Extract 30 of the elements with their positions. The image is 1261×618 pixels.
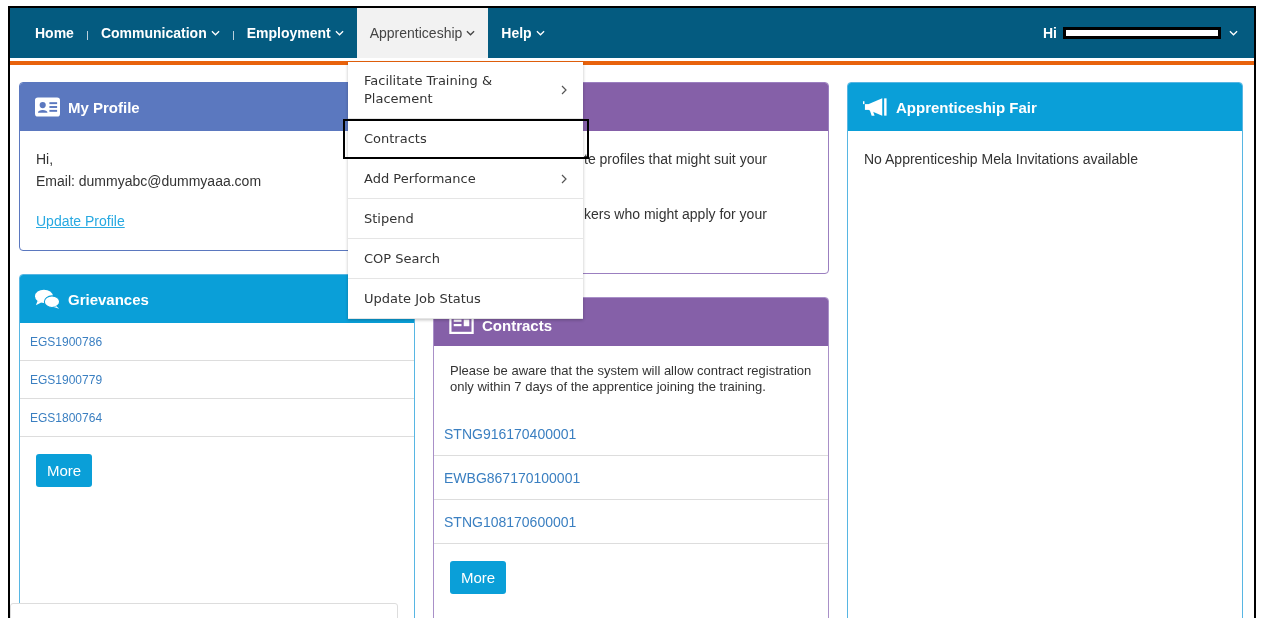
chevron-down-icon[interactable] bbox=[1229, 30, 1238, 36]
nav-menu-item[interactable]: Communication bbox=[87, 8, 233, 58]
card-title: Contracts bbox=[482, 317, 552, 334]
contract-link[interactable]: STNG916170400001 bbox=[434, 412, 828, 456]
greeting-text: Hi, bbox=[36, 151, 54, 167]
grievance-link[interactable]: EGS1900786 bbox=[20, 323, 414, 361]
menu-item[interactable]: Stipend bbox=[348, 199, 583, 239]
contract-link[interactable]: EWBG867170100001 bbox=[434, 456, 828, 500]
grievance-link[interactable]: EGS1900779 bbox=[20, 361, 414, 399]
card-title: Grievances bbox=[68, 290, 149, 308]
menu-item[interactable]: Add Performance bbox=[348, 159, 583, 199]
card-text: kers who might apply for your bbox=[584, 205, 768, 224]
email-text: Email: dummyabc@dummyaaa.com bbox=[36, 173, 262, 189]
nav-menu-item[interactable]: Apprenticeship bbox=[356, 8, 489, 58]
nav-menu-item[interactable]: Employment bbox=[233, 8, 357, 58]
grievance-link[interactable]: EGS1800764 bbox=[20, 399, 414, 437]
empty-message: No Apprenticeship Mela Invitations available bbox=[863, 150, 1139, 169]
id-card-icon bbox=[35, 97, 60, 117]
megaphone-icon bbox=[863, 97, 888, 117]
contract-link[interactable]: STNG108170600001 bbox=[434, 500, 828, 544]
card-title: My Profile bbox=[68, 98, 140, 116]
menu-item[interactable]: COP Search bbox=[348, 239, 583, 279]
menu-item[interactable]: Update Job Status bbox=[348, 279, 583, 319]
user-greeting: Hi bbox=[1043, 25, 1057, 41]
notice-text: Please be aware that the system will allow contract registration only within 7 days of the apprentice joining the training. bbox=[449, 362, 813, 396]
menu-item[interactable]: Facilitate Training & Placement bbox=[348, 62, 583, 119]
card-title: Apprenticeship Fair bbox=[896, 98, 1037, 116]
nav-menu-item[interactable]: Help bbox=[488, 8, 558, 58]
nav-menu-item[interactable]: Home bbox=[22, 8, 87, 58]
chat-bubbles-icon bbox=[35, 289, 60, 309]
